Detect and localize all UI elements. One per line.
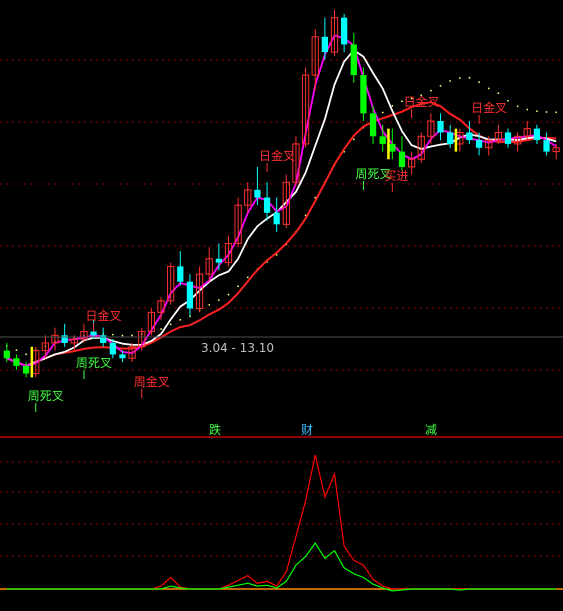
highlight-bar-1 <box>387 128 390 160</box>
signal-label-0: 日金叉 <box>86 308 122 323</box>
candle-body <box>254 189 261 198</box>
dotted-point <box>111 333 114 336</box>
signal-label-8: 日金叉 <box>471 100 507 115</box>
dotted-point <box>227 293 230 296</box>
highlight-bar-0 <box>30 346 34 378</box>
dotted-point <box>25 353 27 356</box>
dotted-point <box>121 334 124 337</box>
dotted-point <box>555 111 558 114</box>
signal-label-4: 日金叉 <box>259 148 295 163</box>
candle-body <box>186 281 194 309</box>
candle-body <box>341 17 348 45</box>
candle-body <box>263 197 271 213</box>
dotted-point <box>468 76 471 79</box>
candle-body <box>3 350 10 359</box>
candle-body <box>109 342 116 355</box>
dotted-point <box>507 99 509 102</box>
oscillator-lines <box>0 454 563 592</box>
dotted-point <box>536 110 538 113</box>
oscillator-series-0 <box>6 454 557 590</box>
dotted-point <box>246 276 249 279</box>
dotted-point <box>237 285 240 288</box>
dotted-point <box>131 334 134 337</box>
divider-label-cai: 财 <box>301 423 313 437</box>
dotted-point <box>526 108 529 111</box>
candle-body <box>437 120 444 133</box>
dotted-point <box>160 328 162 330</box>
dotted-point <box>381 111 384 114</box>
candle-body <box>398 151 406 167</box>
candle-body <box>447 132 454 144</box>
candle-body <box>360 75 367 114</box>
dotted-point <box>497 92 500 95</box>
dotted-point <box>401 100 403 103</box>
candle-body <box>22 365 30 374</box>
candle-body <box>61 335 68 343</box>
ma-long-line <box>6 101 557 367</box>
dotted-point <box>478 81 480 84</box>
dotted-point <box>458 77 461 79</box>
stock-chart: 日金叉 周死叉 周金叉 周死叉 日金叉 周死叉 买进 日金叉 日金叉 3.04 - 13.10 … <box>0 0 563 611</box>
candle-body <box>475 140 483 148</box>
candle-body <box>466 132 473 141</box>
candle-body <box>321 36 329 53</box>
dotted-point <box>352 138 355 141</box>
dotted-point <box>516 105 519 108</box>
divider-label-jian: 减 <box>425 423 437 437</box>
dotted-point <box>449 80 452 82</box>
candle-body <box>13 358 20 366</box>
candle-body <box>504 132 512 144</box>
signal-label-3: 周死叉 <box>28 389 64 403</box>
candle-body <box>90 331 97 336</box>
candle-body <box>215 258 222 263</box>
dotted-point <box>15 349 18 352</box>
candle-body <box>389 143 396 152</box>
candle-body <box>177 266 184 282</box>
dotted-point <box>208 304 211 306</box>
signal-label-2: 周金叉 <box>134 374 170 389</box>
dotted-point <box>179 318 182 321</box>
candle-body <box>379 136 386 144</box>
highlight-bar-2 <box>454 128 458 152</box>
chart-canvas: 日金叉周死叉周金叉周死叉日金叉周死叉买进日金叉 日金叉 3.04 - 13.10 … <box>0 10 563 592</box>
signal-label-6: 买进 <box>384 169 408 183</box>
dotted-point <box>487 87 490 90</box>
candle-body <box>273 212 280 225</box>
signal-labels: 日金叉周死叉周金叉周死叉日金叉周死叉买进日金叉 日金叉 <box>28 94 507 412</box>
dotted-point <box>429 89 432 92</box>
dotted-point <box>439 84 442 87</box>
bottom-grid <box>0 461 563 557</box>
signal-label-7: 日金叉 <box>404 94 440 109</box>
divider-label-die: 跌 <box>209 422 221 437</box>
candle-body <box>100 335 107 343</box>
dotted-point <box>169 323 172 326</box>
oscillator-series-1 <box>6 542 557 592</box>
candle-body <box>543 140 550 152</box>
candle-body <box>369 113 377 137</box>
candle-body <box>119 354 126 359</box>
candle-body <box>350 44 357 76</box>
candle-body <box>533 128 541 141</box>
dotted-point <box>545 111 548 113</box>
signal-label-1: 周死叉 <box>76 356 112 370</box>
price-range-label: 3.04 - 13.10 <box>201 341 274 355</box>
dotted-point <box>217 299 220 301</box>
dotted-point <box>391 104 394 107</box>
